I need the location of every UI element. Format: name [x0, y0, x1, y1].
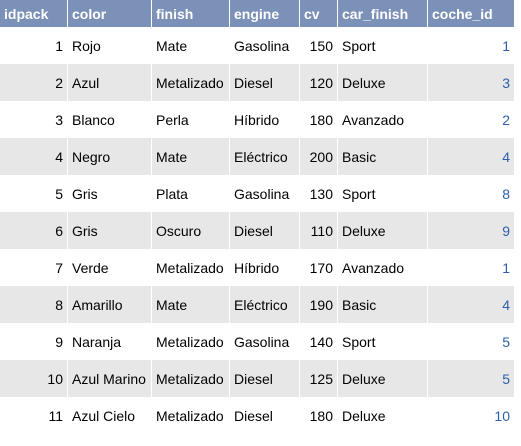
cell-color: Azul Marino — [68, 360, 152, 397]
table-row[interactable]: 8 Amarillo Mate Eléctrico 190 Basic 4 — [0, 286, 514, 323]
cell-finish: Metalizado — [152, 249, 230, 286]
table-row[interactable]: 5 Gris Plata Gasolina 130 Sport 8 — [0, 175, 514, 212]
cell-coche-id[interactable]: 9 — [428, 212, 514, 249]
cell-idpack: 9 — [0, 323, 68, 360]
cell-car-finish: Avanzado — [338, 249, 428, 286]
cell-cv: 110 — [300, 212, 338, 249]
cell-engine: Gasolina — [230, 175, 300, 212]
table-row[interactable]: 1 Rojo Mate Gasolina 150 Sport 1 — [0, 27, 514, 64]
cell-finish: Mate — [152, 27, 230, 64]
column-header-engine[interactable]: engine — [230, 0, 300, 27]
header-row: idpack color finish engine cv car_finish… — [0, 0, 514, 27]
cell-car-finish: Deluxe — [338, 397, 428, 434]
results-table: idpack color finish engine cv car_finish… — [0, 0, 514, 434]
cell-idpack: 2 — [0, 64, 68, 101]
cell-engine: Híbrido — [230, 249, 300, 286]
cell-engine: Gasolina — [230, 27, 300, 64]
column-header-color[interactable]: color — [68, 0, 152, 27]
cell-finish: Metalizado — [152, 360, 230, 397]
cell-coche-id[interactable]: 1 — [428, 27, 514, 64]
cell-finish: Oscuro — [152, 212, 230, 249]
cell-engine: Gasolina — [230, 323, 300, 360]
cell-color: Gris — [68, 212, 152, 249]
cell-color: Verde — [68, 249, 152, 286]
table-header: idpack color finish engine cv car_finish… — [0, 0, 514, 27]
cell-finish: Mate — [152, 286, 230, 323]
cell-engine: Híbrido — [230, 101, 300, 138]
cell-color: Azul — [68, 64, 152, 101]
cell-coche-id[interactable]: 4 — [428, 286, 514, 323]
cell-finish: Mate — [152, 138, 230, 175]
cell-color: Negro — [68, 138, 152, 175]
cell-color: Rojo — [68, 27, 152, 64]
column-header-cv[interactable]: cv — [300, 0, 338, 27]
cell-idpack: 4 — [0, 138, 68, 175]
cell-cv: 180 — [300, 397, 338, 434]
table-row[interactable]: 7 Verde Metalizado Híbrido 170 Avanzado 1 — [0, 249, 514, 286]
cell-idpack: 7 — [0, 249, 68, 286]
cell-color: Gris — [68, 175, 152, 212]
cell-engine: Diesel — [230, 212, 300, 249]
cell-engine: Diesel — [230, 64, 300, 101]
cell-idpack: 3 — [0, 101, 68, 138]
cell-engine: Eléctrico — [230, 138, 300, 175]
cell-color: Blanco — [68, 101, 152, 138]
cell-idpack: 8 — [0, 286, 68, 323]
cell-engine: Eléctrico — [230, 286, 300, 323]
cell-car-finish: Basic — [338, 286, 428, 323]
table-body: 1 Rojo Mate Gasolina 150 Sport 1 2 Azul Metalizad… — [0, 27, 514, 434]
cell-car-finish: Sport — [338, 27, 428, 64]
table-row[interactable]: 9 Naranja Metalizado Gasolina 140 Sport 5 — [0, 323, 514, 360]
cell-car-finish: Avanzado — [338, 101, 428, 138]
cell-color: Amarillo — [68, 286, 152, 323]
cell-cv: 125 — [300, 360, 338, 397]
cell-cv: 150 — [300, 27, 338, 64]
cell-color: Naranja — [68, 323, 152, 360]
cell-coche-id[interactable]: 1 — [428, 249, 514, 286]
cell-idpack: 10 — [0, 360, 68, 397]
cell-coche-id[interactable]: 5 — [428, 323, 514, 360]
cell-engine: Diesel — [230, 397, 300, 434]
column-header-car-finish[interactable]: car_finish — [338, 0, 428, 27]
cell-idpack: 1 — [0, 27, 68, 64]
cell-car-finish: Sport — [338, 175, 428, 212]
cell-coche-id[interactable]: 3 — [428, 64, 514, 101]
cell-idpack: 11 — [0, 397, 68, 434]
cell-car-finish: Deluxe — [338, 64, 428, 101]
table-row[interactable]: 2 Azul Metalizado Diesel 120 Deluxe 3 — [0, 64, 514, 101]
cell-finish: Metalizado — [152, 64, 230, 101]
cell-coche-id[interactable]: 10 — [428, 397, 514, 434]
cell-idpack: 5 — [0, 175, 68, 212]
cell-coche-id[interactable]: 8 — [428, 175, 514, 212]
cell-idpack: 6 — [0, 212, 68, 249]
cell-cv: 130 — [300, 175, 338, 212]
column-header-coche-id[interactable]: coche_id — [428, 0, 514, 27]
cell-car-finish: Sport — [338, 323, 428, 360]
cell-cv: 120 — [300, 64, 338, 101]
cell-finish: Perla — [152, 101, 230, 138]
table-row[interactable]: 10 Azul Marino Metalizado Diesel 125 Deluxe 5 — [0, 360, 514, 397]
cell-coche-id[interactable]: 2 — [428, 101, 514, 138]
table-row[interactable]: 6 Gris Oscuro Diesel 110 Deluxe 9 — [0, 212, 514, 249]
cell-color: Azul Cielo — [68, 397, 152, 434]
cell-finish: Plata — [152, 175, 230, 212]
cell-engine: Diesel — [230, 360, 300, 397]
cell-coche-id[interactable]: 4 — [428, 138, 514, 175]
cell-car-finish: Basic — [338, 138, 428, 175]
cell-cv: 140 — [300, 323, 338, 360]
cell-finish: Metalizado — [152, 323, 230, 360]
table-row[interactable]: 11 Azul Cielo Metalizado Diesel 180 Deluxe 10 — [0, 397, 514, 434]
cell-cv: 190 — [300, 286, 338, 323]
column-header-idpack[interactable]: idpack — [0, 0, 68, 27]
table-row[interactable]: 3 Blanco Perla Híbrido 180 Avanzado 2 — [0, 101, 514, 138]
cell-cv: 170 — [300, 249, 338, 286]
cell-cv: 200 — [300, 138, 338, 175]
cell-car-finish: Deluxe — [338, 212, 428, 249]
cell-car-finish: Deluxe — [338, 360, 428, 397]
column-header-finish[interactable]: finish — [152, 0, 230, 27]
cell-coche-id[interactable]: 5 — [428, 360, 514, 397]
table-row[interactable]: 4 Negro Mate Eléctrico 200 Basic 4 — [0, 138, 514, 175]
cell-cv: 180 — [300, 101, 338, 138]
cell-finish: Metalizado — [152, 397, 230, 434]
